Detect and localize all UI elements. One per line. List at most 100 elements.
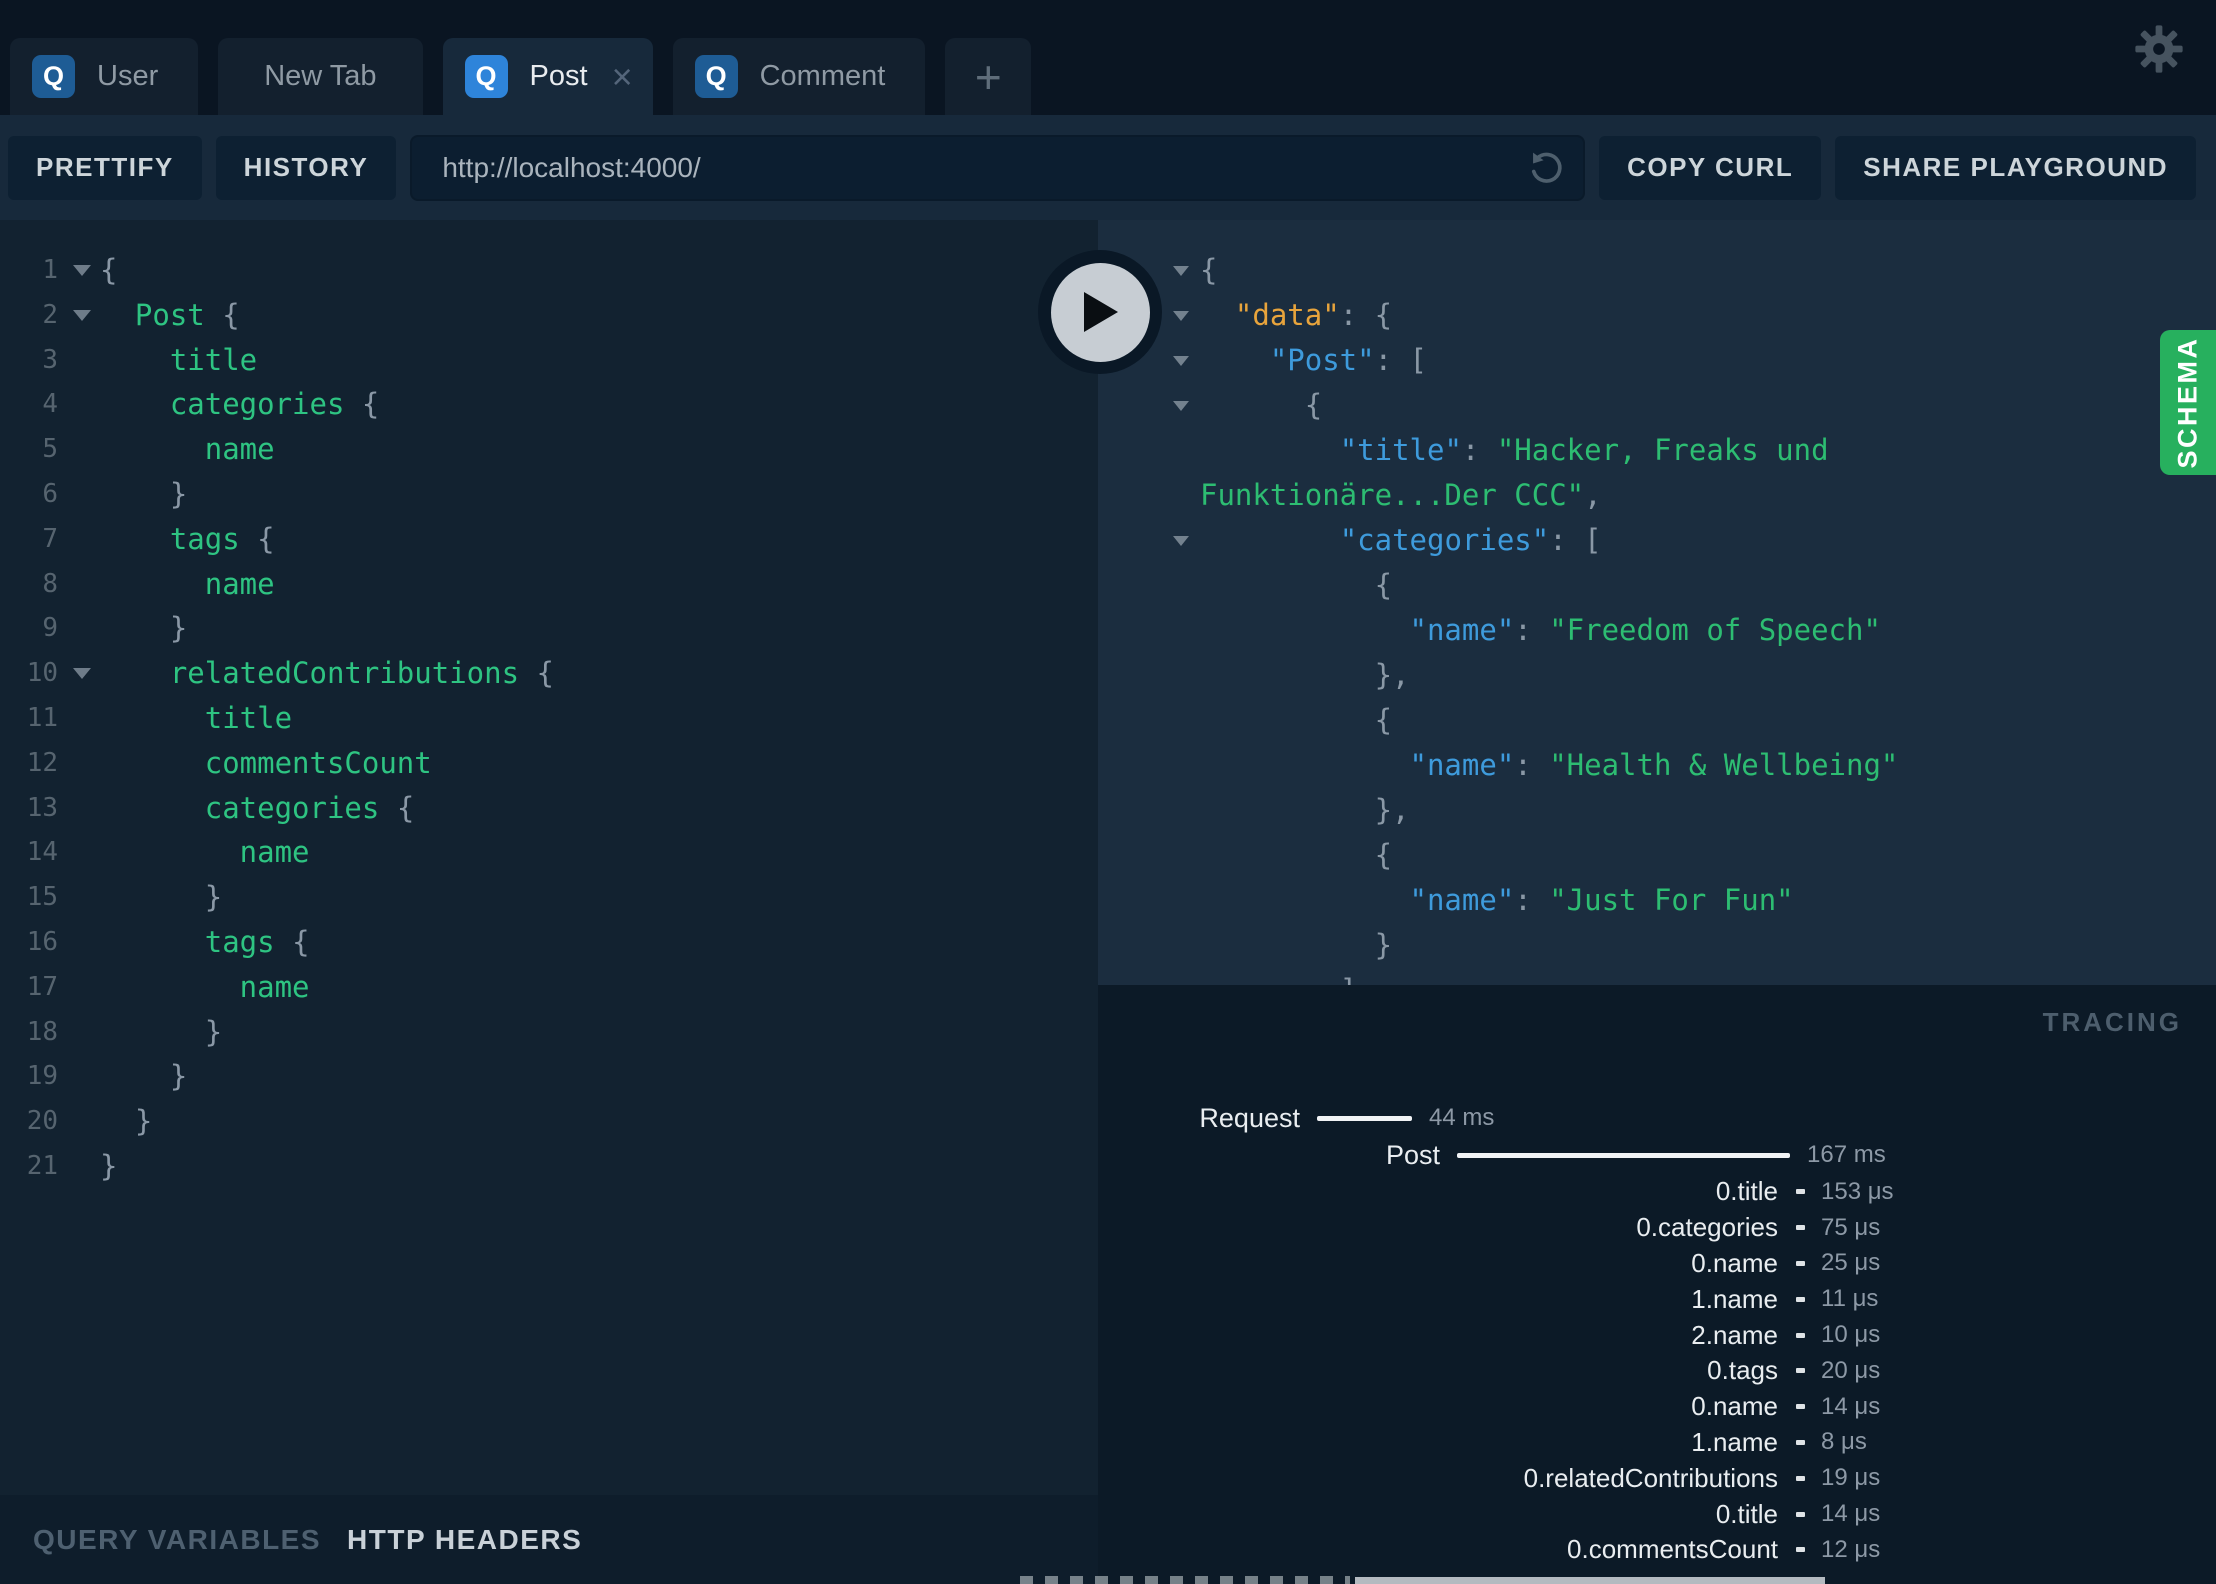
tab-label: Post bbox=[529, 60, 588, 92]
tracing-field-label: 0.title bbox=[1715, 1498, 1778, 1529]
tab-label: User bbox=[97, 60, 159, 92]
tracing-field-tick bbox=[1796, 1511, 1805, 1517]
code-text: name bbox=[100, 432, 275, 467]
tracing-field-label: 0.name bbox=[1691, 1391, 1778, 1422]
editor-line[interactable]: 8 name bbox=[0, 562, 1098, 607]
response-line: { bbox=[1098, 698, 2216, 743]
prettify-button[interactable]: PRETTIFY bbox=[8, 135, 202, 200]
tracing-field-duration: 8 μs bbox=[1821, 1428, 1867, 1456]
clipped-row-fragment bbox=[1020, 1576, 1350, 1584]
line-number: 7 bbox=[42, 523, 58, 554]
fold-arrow-icon[interactable] bbox=[1162, 355, 1200, 366]
tracing-field-label: 1.name bbox=[1691, 1283, 1778, 1314]
editor-line[interactable]: 4 categories { bbox=[0, 382, 1098, 427]
tracing-field-tick bbox=[1796, 1547, 1805, 1553]
editor-line[interactable]: 21} bbox=[0, 1144, 1098, 1189]
chevron-down-icon bbox=[1173, 535, 1189, 546]
settings-gear-icon[interactable] bbox=[2132, 22, 2186, 81]
response-line: "title": "Hacker, Freaks und bbox=[1098, 428, 2216, 473]
query-editor[interactable]: 1{2 Post {3 title 4 categories {5 name 6 }… bbox=[0, 220, 1098, 1495]
editor-line[interactable]: 6 } bbox=[0, 472, 1098, 517]
fold-arrow-icon[interactable] bbox=[1162, 400, 1200, 411]
editor-line[interactable]: 5 name bbox=[0, 427, 1098, 472]
chevron-down-icon bbox=[73, 309, 91, 321]
code-text: name bbox=[100, 969, 310, 1004]
code-text: "name": "Just For Fun" bbox=[1409, 883, 1794, 917]
fold-arrow-icon[interactable] bbox=[1162, 265, 1200, 276]
tracing-field-row: 0.title 153 μs bbox=[1098, 1174, 2216, 1210]
editor-line[interactable]: 12 commentsCount bbox=[0, 741, 1098, 786]
code-text: title bbox=[100, 342, 258, 377]
tracing-field-row: 0.categories 75 μs bbox=[1098, 1210, 2216, 1246]
response-line: "name": "Freedom of Speech" bbox=[1098, 608, 2216, 653]
editor-line[interactable]: 17 name bbox=[0, 965, 1098, 1010]
tracing-field-label: 2.name bbox=[1691, 1319, 1778, 1350]
fold-arrow-icon[interactable] bbox=[64, 264, 100, 276]
editor-line[interactable]: 15 } bbox=[0, 875, 1098, 920]
tracing-field-duration: 14 μs bbox=[1821, 1392, 1881, 1420]
editor-line[interactable]: 18 } bbox=[0, 1010, 1098, 1055]
copy-curl-button[interactable]: COPY CURL bbox=[1599, 135, 1822, 200]
http-headers-toggle[interactable]: HTTP HEADERS bbox=[347, 1524, 582, 1556]
query-variables-toggle[interactable]: QUERY VARIABLES bbox=[33, 1524, 321, 1556]
editor-line[interactable]: 2 Post { bbox=[0, 293, 1098, 338]
new-tab-button[interactable]: + bbox=[945, 38, 1032, 115]
tracing-field-duration: 20 μs bbox=[1821, 1356, 1881, 1384]
line-number: 10 bbox=[26, 658, 58, 689]
line-number: 18 bbox=[26, 1016, 58, 1047]
line-number: 13 bbox=[26, 792, 58, 823]
editor-line[interactable]: 10 relatedContributions { bbox=[0, 651, 1098, 696]
editor-line[interactable]: 9 } bbox=[0, 606, 1098, 651]
fold-arrow-icon[interactable] bbox=[1162, 535, 1200, 546]
tracing-field-label: 0.categories bbox=[1636, 1212, 1778, 1243]
tracing-field-tick bbox=[1796, 1260, 1805, 1266]
schema-tab-label: SCHEMA bbox=[2172, 336, 2203, 469]
tracing-field-tick bbox=[1796, 1332, 1805, 1338]
tracing-field-tick bbox=[1796, 1189, 1805, 1195]
code-text: name bbox=[100, 835, 310, 870]
fold-arrow-icon[interactable] bbox=[64, 668, 100, 680]
editor-line[interactable]: 13 categories { bbox=[0, 786, 1098, 831]
tracing-title: TRACING bbox=[2042, 1007, 2182, 1037]
line-number: 20 bbox=[26, 1106, 58, 1137]
tracing-field-row: 0.tags 20 μs bbox=[1098, 1353, 2216, 1389]
response-line: "data": { bbox=[1098, 293, 2216, 338]
chevron-down-icon bbox=[1173, 265, 1189, 276]
code-text: relatedContributions { bbox=[100, 656, 554, 691]
editor-line[interactable]: 11 title bbox=[0, 696, 1098, 741]
code-text: tags { bbox=[100, 521, 275, 556]
editor-line[interactable]: 3 title bbox=[0, 338, 1098, 383]
line-number: 4 bbox=[42, 389, 58, 420]
tracing-span-bar bbox=[1457, 1152, 1790, 1158]
scrollbar-fragment[interactable] bbox=[1355, 1577, 1825, 1584]
code-text: "data": { bbox=[1234, 298, 1393, 332]
response-line: "name": "Just For Fun" bbox=[1098, 878, 2216, 923]
tab-new-tab[interactable]: New Tab bbox=[218, 38, 423, 115]
editor-line[interactable]: 19 } bbox=[0, 1054, 1098, 1099]
editor-line[interactable]: 16 tags { bbox=[0, 920, 1098, 965]
share-playground-button[interactable]: SHARE PLAYGROUND bbox=[1835, 135, 2196, 200]
close-tab-icon[interactable]: × bbox=[612, 58, 633, 95]
tracing-field-row: 1.name 8 μs bbox=[1098, 1425, 2216, 1461]
execute-query-button[interactable] bbox=[1038, 250, 1162, 374]
tracing-field-tick bbox=[1796, 1475, 1805, 1481]
editor-line[interactable]: 7 tags { bbox=[0, 517, 1098, 562]
fold-arrow-icon[interactable] bbox=[64, 309, 100, 321]
fold-arrow-icon[interactable] bbox=[1162, 310, 1200, 321]
response-line: ] bbox=[1098, 968, 2216, 985]
history-button[interactable]: HISTORY bbox=[215, 135, 397, 200]
code-text: "title": "Hacker, Freaks und bbox=[1339, 433, 1829, 467]
code-text: } bbox=[1200, 928, 1393, 962]
tab-post[interactable]: Q Post × bbox=[442, 38, 653, 115]
tab-user[interactable]: Q User bbox=[10, 38, 199, 115]
reload-schema-icon[interactable] bbox=[1525, 147, 1567, 194]
query-editor-lines: 1{2 Post {3 title 4 categories {5 name 6 }… bbox=[0, 248, 1098, 1189]
editor-line[interactable]: 1{ bbox=[0, 248, 1098, 293]
endpoint-url-input[interactable] bbox=[410, 134, 1586, 201]
editor-line[interactable]: 20 } bbox=[0, 1099, 1098, 1144]
tab-comment[interactable]: Q Comment bbox=[672, 38, 926, 115]
line-number: 11 bbox=[26, 702, 58, 733]
schema-side-tab[interactable]: SCHEMA bbox=[2160, 330, 2216, 475]
editor-line[interactable]: 14 name bbox=[0, 830, 1098, 875]
response-line: { bbox=[1098, 833, 2216, 878]
